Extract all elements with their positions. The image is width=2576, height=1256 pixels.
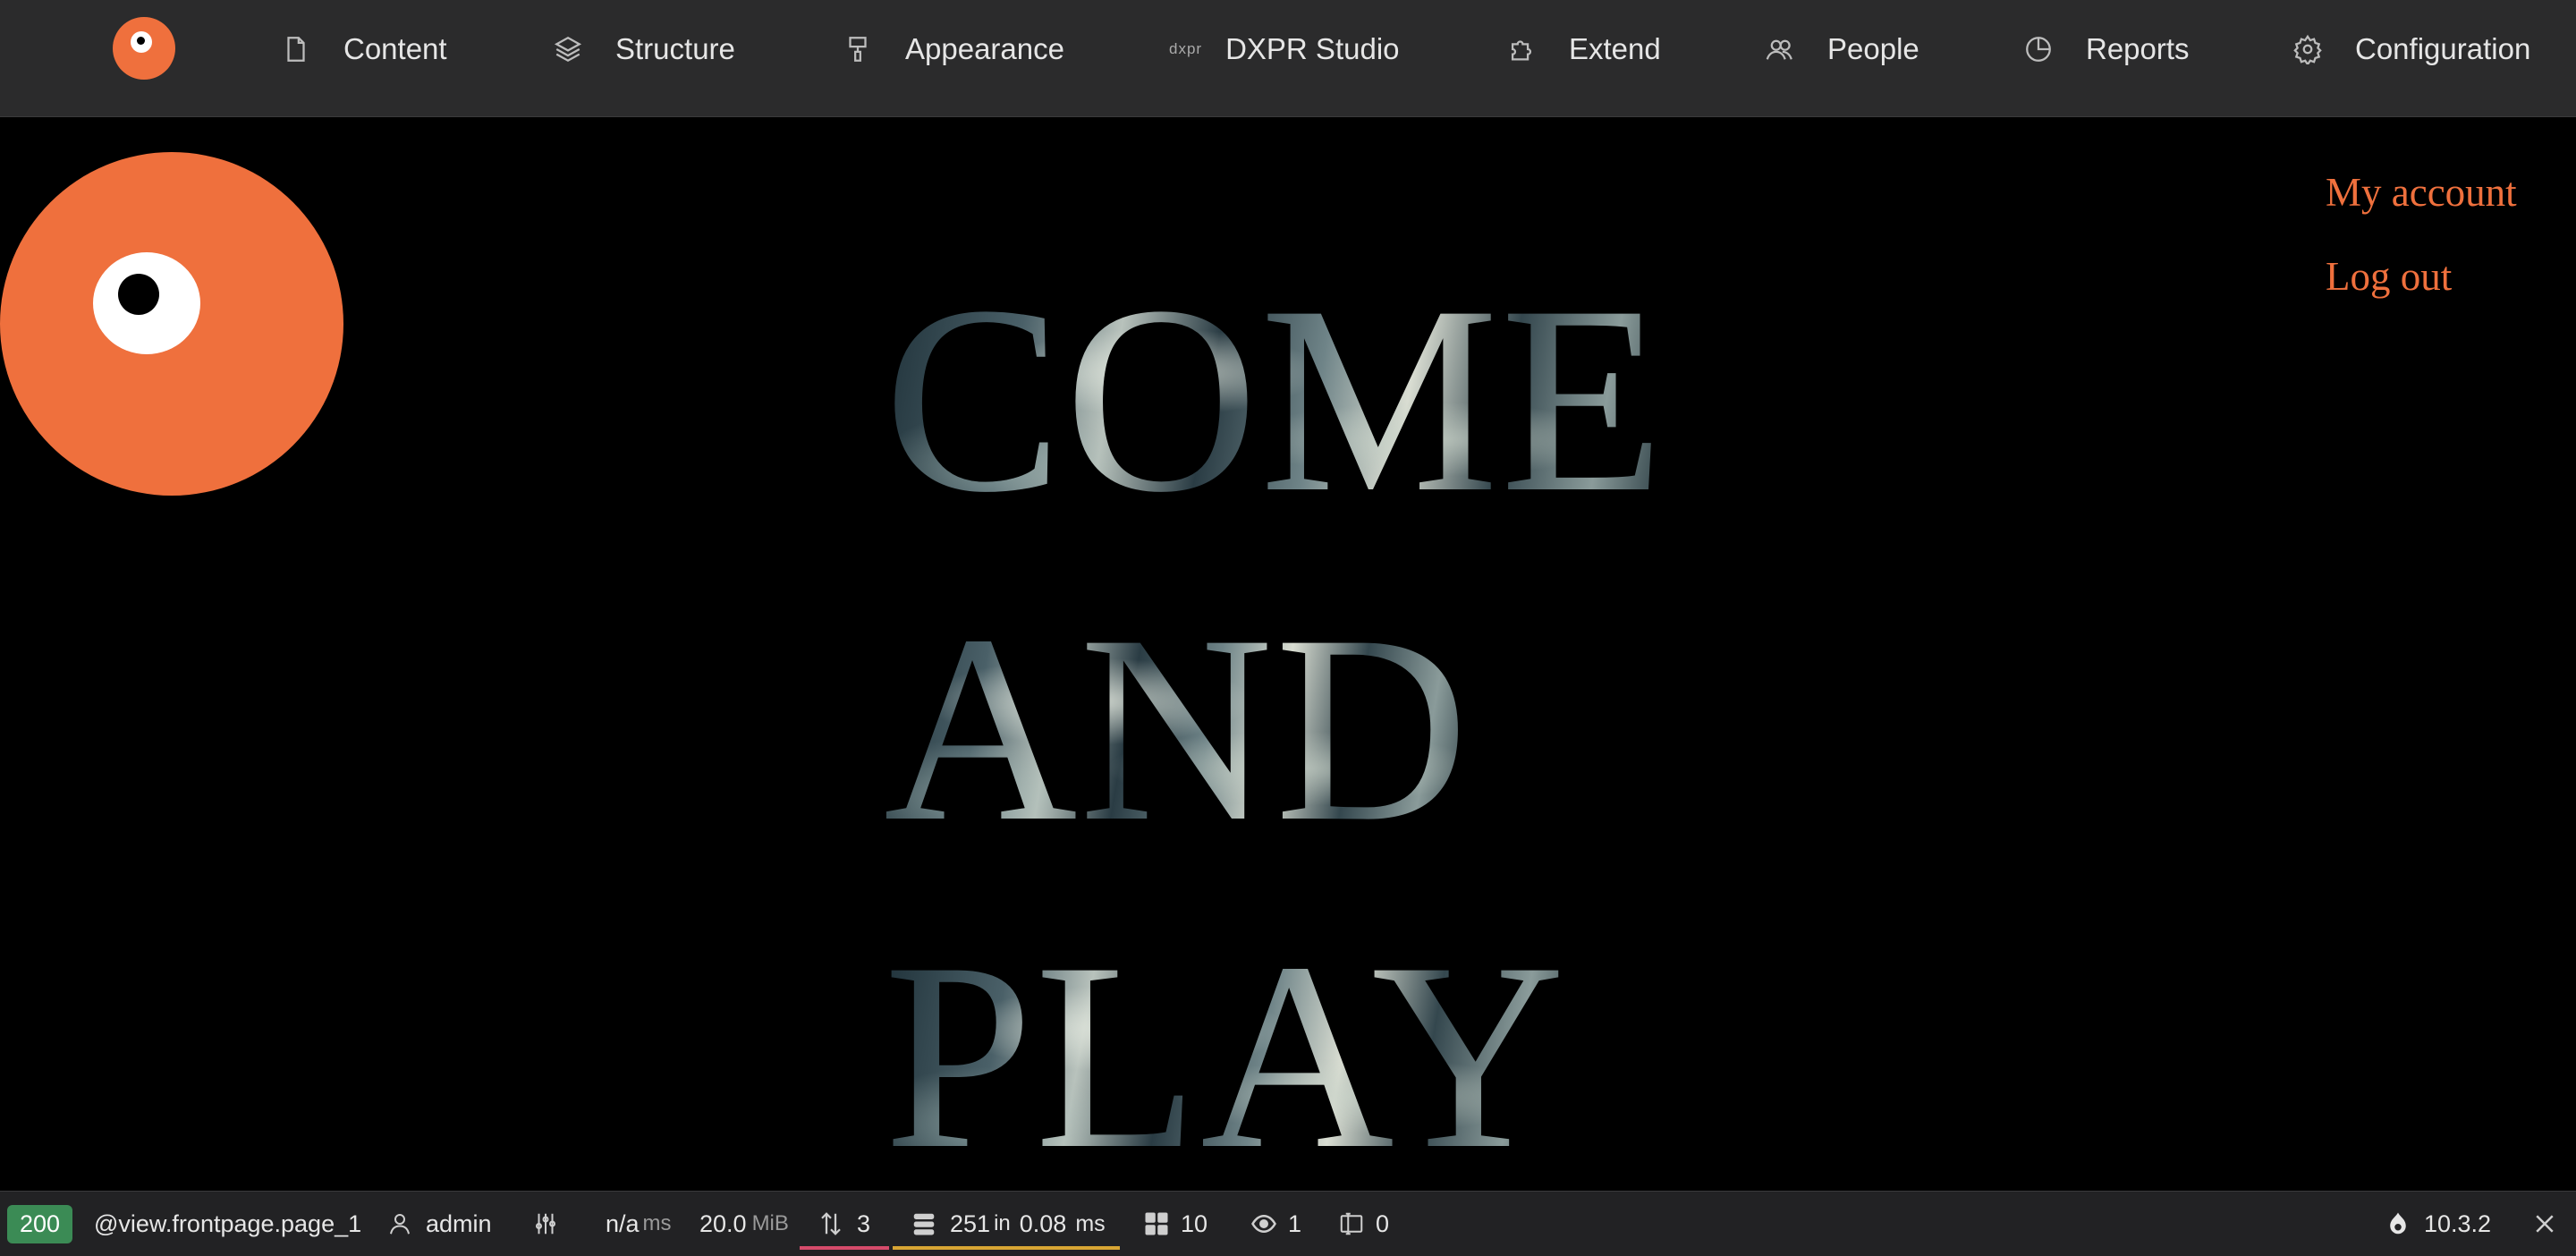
toolbar-item-label: Content <box>343 32 447 65</box>
logo-eye <box>131 31 152 53</box>
toolbar-item-people[interactable]: People <box>1765 18 1919 81</box>
toolbar-item-content[interactable]: Content <box>281 18 447 81</box>
people-icon <box>1766 39 1792 60</box>
puzzle-icon <box>1511 40 1531 61</box>
hero-line-1: COME <box>884 250 1666 547</box>
toolbar-item-label: DXPR Studio <box>1225 32 1400 65</box>
toolbar-item-structure[interactable]: Structure <box>553 18 735 81</box>
toolbar-item-label: Configuration <box>2355 32 2531 65</box>
file-icon <box>287 37 305 62</box>
toolbar-item-appearance[interactable]: Appearance <box>843 18 1064 81</box>
views-count: 1 <box>1288 1209 1302 1237</box>
eye-icon <box>1251 1214 1276 1234</box>
requests-count: 3 <box>857 1209 871 1237</box>
web-profiler-bar: 200 @view.frontpage.page_1 admin n/a ms … <box>0 1191 2576 1256</box>
hero-line-3: PLAY <box>884 907 1567 1204</box>
db-queries: 251 <box>950 1209 991 1237</box>
db-time: 0.08 <box>1019 1209 1067 1237</box>
config-info[interactable] <box>532 1192 559 1256</box>
site-logo-eye <box>93 252 200 354</box>
toolbar-item-reports[interactable]: Reports <box>2023 18 2190 81</box>
pie-chart-icon <box>2026 37 2051 62</box>
views-info[interactable]: 1 <box>1250 1192 1301 1256</box>
toolbar-item-label: Extend <box>1569 32 1661 65</box>
blocks-icon <box>1145 1212 1168 1235</box>
my-account-link[interactable]: My account <box>2326 168 2558 216</box>
drupal-version-info[interactable]: 10.3.2 <box>2385 1192 2491 1256</box>
database-indicator-bar <box>893 1246 1120 1250</box>
close-profiler-button[interactable] <box>2531 1192 2558 1256</box>
database-icon <box>913 1213 935 1235</box>
forms-count: 0 <box>1376 1209 1390 1237</box>
memory-info[interactable]: 20.0 MiB <box>699 1192 789 1256</box>
route-info[interactable]: @view.frontpage.page_1 <box>94 1192 361 1256</box>
status-code[interactable]: 200 <box>7 1192 73 1256</box>
layers-icon <box>554 36 582 63</box>
toolbar-item-configuration[interactable]: Configuration <box>2292 18 2530 81</box>
close-icon <box>2536 1215 2554 1233</box>
dxpr-icon: dxpr <box>1169 40 1203 57</box>
user-name: admin <box>426 1209 492 1237</box>
logo-pupil <box>137 37 145 45</box>
admin-toolbar: Content Structure Appearance dxpr DXPR S… <box>0 0 2576 117</box>
route-label: @view.frontpage.page_1 <box>94 1209 362 1237</box>
site-logo-pupil <box>118 274 159 315</box>
drupal-version: 10.3.2 <box>2424 1209 2492 1237</box>
status-badge: 200 <box>7 1204 73 1243</box>
memory-unit: MiB <box>751 1211 789 1235</box>
toolbar-item-label: People <box>1827 32 1919 65</box>
logout-link[interactable]: Log out <box>2326 252 2558 301</box>
memory-value: 20.0 <box>699 1209 747 1237</box>
sliders-icon <box>536 1213 555 1235</box>
arrows-updown-icon <box>821 1212 841 1235</box>
time-value: n/a <box>606 1209 640 1237</box>
toolbar-item-label: Reports <box>2086 32 2190 65</box>
toolbar-item-extend[interactable]: Extend <box>1506 18 1661 81</box>
db-in: in <box>994 1211 1011 1235</box>
gear-icon <box>2293 34 2322 64</box>
form-icon <box>1340 1212 1363 1235</box>
time-info[interactable]: n/a ms <box>606 1192 672 1256</box>
toolbar-item-dxpr-studio[interactable]: dxpr DXPR Studio <box>1169 18 1400 81</box>
site-logo[interactable] <box>0 152 343 496</box>
blocks-info[interactable]: 10 <box>1143 1192 1208 1256</box>
toolbar-item-label: Structure <box>615 32 735 65</box>
db-unit: ms <box>1075 1210 1106 1236</box>
time-unit: ms <box>642 1211 672 1235</box>
drupal-drop-icon <box>2390 1212 2406 1235</box>
account-menu: My account Log out <box>2326 168 2558 301</box>
user-icon <box>390 1214 410 1235</box>
hero-line-2: AND <box>884 580 1470 877</box>
home-logo-icon[interactable] <box>113 17 175 80</box>
paintbrush-icon <box>849 37 867 62</box>
toolbar-item-label: Appearance <box>905 32 1064 65</box>
forms-info[interactable]: 0 <box>1338 1192 1389 1256</box>
user-info[interactable]: admin <box>386 1192 492 1256</box>
blocks-count: 10 <box>1181 1209 1208 1237</box>
requests-indicator-bar <box>800 1246 889 1250</box>
